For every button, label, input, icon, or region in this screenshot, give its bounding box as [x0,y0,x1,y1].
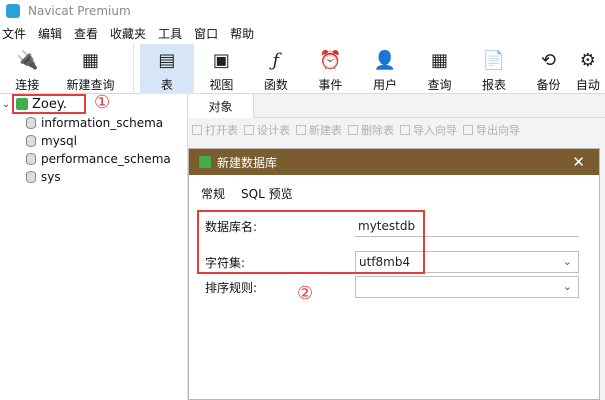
export-icon [463,125,473,135]
toolbar-report-button[interactable]: 📄 报表 [467,44,522,94]
clock-icon: ⏰ [319,49,342,71]
menu-window[interactable]: 窗口 [190,25,226,42]
chevron-down-icon: ⌄ [562,280,572,293]
delete-table-label: 删除表 [361,124,394,137]
toolbar-connect-button[interactable]: 🔌 连接 [0,44,55,94]
database-item[interactable]: performance_schema [26,150,171,168]
connection-highlight-box [12,94,86,114]
toolbar-query-label: 查询 [427,78,452,92]
annotation-number-1: ① [94,92,111,113]
menu-view[interactable]: 查看 [70,25,106,42]
chevron-down-icon: ⌄ [562,255,572,268]
database-icon [26,153,36,165]
tab-bar: 对象 [188,94,605,118]
menu-edit[interactable]: 编辑 [34,25,70,42]
function-icon: ƒ [272,49,280,71]
toolbar-event-label: 事件 [318,78,343,92]
annotation-number-2: ② [297,283,314,304]
dialog-title-bar: 新建数据库 ✕ [189,149,599,175]
delete-table-icon [348,125,358,135]
new-table-icon [296,125,306,135]
user-icon: 👤 [373,49,397,71]
collation-row: 排序规则: ⌄ [205,276,585,298]
toolbar-backup-button[interactable]: ⟲ 备份 [521,44,576,94]
close-icon[interactable]: ✕ [572,153,585,171]
database-label: sys [41,170,61,184]
toolbar-event-button[interactable]: ⏰ 事件 [303,44,358,94]
toolbar-table-label: 表 [160,78,173,92]
database-icon [26,117,36,129]
open-table-icon [192,125,202,135]
toolbar-separator [132,44,134,94]
menu-tools[interactable]: 工具 [154,25,190,42]
database-icon [199,156,211,168]
export-wizard-label: 导出向导 [476,124,520,137]
form-highlight-box [197,210,425,274]
toolbar-new-query-button[interactable]: ▦ 新建查询 [55,44,127,94]
database-label: information_schema [41,116,164,130]
toolbar-report-label: 报表 [482,78,507,92]
database-icon [26,135,36,147]
open-table-label: 打开表 [205,124,238,137]
new-query-icon: ▦ [82,49,100,71]
database-list: information_schema mysql performance_sch… [26,114,171,186]
toolbar-user-button[interactable]: 👤 用户 [358,44,413,94]
toolbar-table-button[interactable]: ▤ 表 [139,44,195,94]
report-icon: 📄 [482,49,506,71]
database-item[interactable]: mysql [26,132,171,150]
menu-help[interactable]: 帮助 [226,25,262,42]
collation-label: 排序规则: [205,281,258,295]
toolbar-function-button[interactable]: ƒ 函数 [249,44,304,94]
window-title: Navicat Premium [28,4,131,18]
connection-tree: ⌄ Zoey. ① information_schema mysql perfo… [0,92,188,400]
tab-objects[interactable]: 对象 [188,94,254,118]
menu-file[interactable]: 文件 [0,25,34,42]
design-table-icon [244,125,254,135]
menu-favorites[interactable]: 收藏夹 [106,25,154,42]
navicat-logo-icon [6,4,20,18]
new-table-label: 新建表 [309,124,342,137]
toolbar-view-label: 视图 [209,78,234,92]
dialog-tabs: 常规 SQL 预览 [189,183,293,203]
chevron-down-icon[interactable]: ⌄ [0,99,12,110]
database-item[interactable]: information_schema [26,114,171,132]
tab-sql-preview[interactable]: SQL 预览 [241,185,293,202]
delete-table-button[interactable]: 删除表 [348,122,394,138]
import-icon [400,125,410,135]
object-toolbar: 打开表 设计表 新建表 删除表 导入向导 导出向导 [188,118,605,142]
toolbar-connect-label: 连接 [15,78,40,92]
main-toolbar: 🔌 连接 ▦ 新建查询 ▤ 表 ▣ 视图 ƒ 函数 ⏰ 事件 👤 用户 ▦ 查询… [0,44,605,94]
toolbar-query-button[interactable]: ▦ 查询 [412,44,467,94]
toolbar-automation-button[interactable]: ⚙ 自动 [576,44,605,94]
query-icon: ▦ [430,49,448,71]
import-wizard-label: 导入向导 [413,124,457,137]
collation-select[interactable]: ⌄ [355,276,579,298]
toolbar-function-label: 函数 [263,78,288,92]
design-table-label: 设计表 [257,124,290,137]
table-icon: ▤ [158,49,176,71]
database-label: performance_schema [41,152,171,166]
dialog-title: 新建数据库 [217,155,278,170]
new-database-dialog: 新建数据库 ✕ 常规 SQL 预览 数据库名: mytestdb 字符集: ut… [188,148,600,400]
menu-bar: 文件 编辑 查看 收藏夹 工具 窗口 帮助 [0,22,605,44]
automation-icon: ⚙ [579,49,596,71]
toolbar-user-label: 用户 [372,78,397,92]
export-wizard-button[interactable]: 导出向导 [463,122,520,138]
open-table-button[interactable]: 打开表 [192,122,238,138]
import-wizard-button[interactable]: 导入向导 [400,122,457,138]
view-icon: ▣ [212,49,230,71]
title-bar: Navicat Premium [0,0,605,22]
backup-icon: ⟲ [541,49,557,71]
plug-icon: 🔌 [16,49,39,71]
database-item[interactable]: sys [26,168,171,186]
toolbar-view-button[interactable]: ▣ 视图 [194,44,249,94]
design-table-button[interactable]: 设计表 [244,122,290,138]
new-table-button[interactable]: 新建表 [296,122,342,138]
database-label: mysql [41,134,77,148]
toolbar-automation-label: 自动 [575,78,600,92]
toolbar-backup-label: 备份 [536,78,561,92]
tab-general[interactable]: 常规 [201,185,225,202]
database-icon [26,171,36,183]
toolbar-new-query-label: 新建查询 [66,78,115,92]
